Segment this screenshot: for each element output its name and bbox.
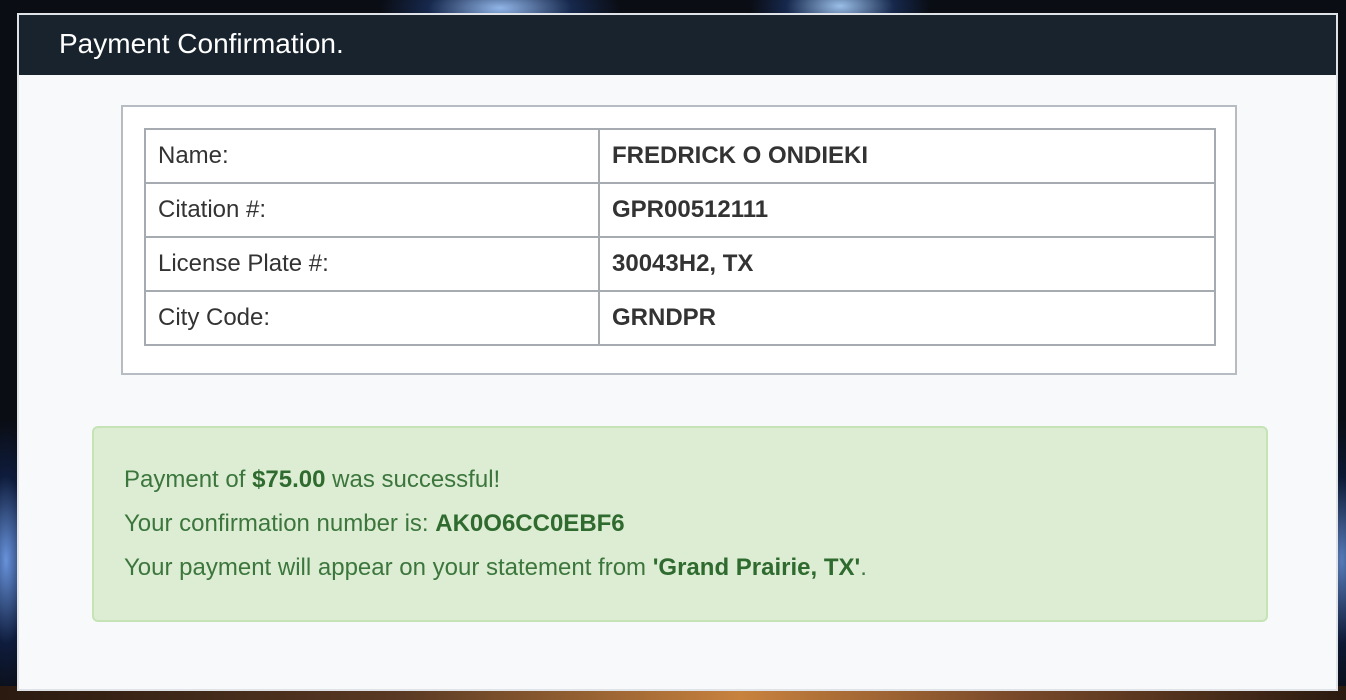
row-label: Name: bbox=[144, 128, 600, 184]
confirmation-prefix-text: Your confirmation number is: bbox=[124, 510, 436, 537]
payment-suffix-text: was successful! bbox=[325, 466, 501, 493]
payment-amount: $75.00 bbox=[252, 466, 326, 493]
row-value: GPR00512111 bbox=[598, 182, 1216, 238]
row-value: FREDRICK O ONDIEKI bbox=[598, 128, 1216, 184]
statement-message: Your payment will appear on your stateme… bbox=[124, 553, 867, 583]
details-table: Name: FREDRICK O ONDIEKI Citation #: GPR… bbox=[144, 128, 1216, 346]
payment-amount-message: Payment of $75.00 was successful! bbox=[124, 465, 500, 495]
statement-name: 'Grand Prairie, TX' bbox=[652, 554, 861, 581]
payment-confirmation-panel: Payment Confirmation. Name: FREDRICK O O… bbox=[17, 13, 1338, 691]
row-label: City Code: bbox=[144, 290, 600, 346]
confirmation-number-message: Your confirmation number is: AK0O6CC0EBF… bbox=[124, 509, 625, 539]
table-row: License Plate #: 30043H2, TX bbox=[144, 236, 1216, 292]
confirmation-number: AK0O6CC0EBF6 bbox=[435, 510, 625, 537]
row-value: GRNDPR bbox=[598, 290, 1216, 346]
row-label: Citation #: bbox=[144, 182, 600, 238]
details-table-container: Name: FREDRICK O ONDIEKI Citation #: GPR… bbox=[121, 105, 1237, 375]
statement-prefix-text: Your payment will appear on your stateme… bbox=[124, 554, 653, 581]
table-row: Citation #: GPR00512111 bbox=[144, 182, 1216, 238]
table-row: Name: FREDRICK O ONDIEKI bbox=[144, 128, 1216, 184]
success-alert: Payment of $75.00 was successful! Your c… bbox=[92, 426, 1268, 622]
payment-prefix-text: Payment of bbox=[124, 466, 253, 493]
table-row: City Code: GRNDPR bbox=[144, 290, 1216, 346]
row-label: License Plate #: bbox=[144, 236, 600, 292]
page-title: Payment Confirmation. bbox=[59, 28, 344, 59]
row-value: 30043H2, TX bbox=[598, 236, 1216, 292]
panel-header: Payment Confirmation. bbox=[19, 15, 1336, 75]
statement-suffix-text: . bbox=[860, 554, 867, 581]
